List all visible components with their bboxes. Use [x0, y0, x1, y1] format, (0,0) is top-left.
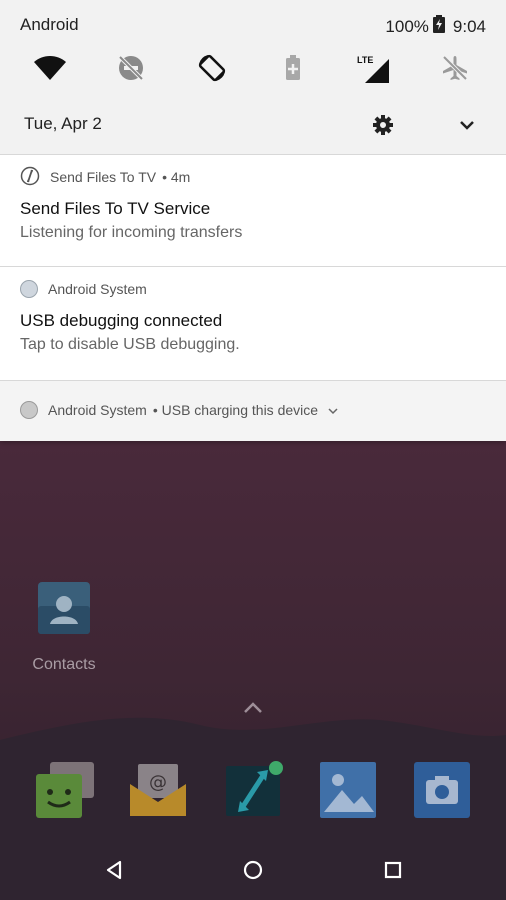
gallery-app-icon[interactable]	[318, 760, 378, 820]
status-indicators: 100% 9:04	[385, 15, 486, 38]
status-bar: Android 100% 9:04	[0, 0, 506, 48]
notification-app-name: Android System	[48, 281, 147, 297]
contacts-app-icon[interactable]	[34, 580, 94, 640]
auto-rotate-icon	[196, 52, 228, 89]
expand-quick-settings-button[interactable]	[454, 112, 480, 138]
notification-app-name: Android System	[48, 402, 147, 418]
battery-saver-tile[interactable]	[271, 48, 315, 92]
notification-header: Android System	[20, 279, 147, 299]
wifi-tile[interactable]	[28, 48, 72, 92]
carrier-label: Android	[20, 15, 79, 34]
gear-icon	[370, 112, 396, 143]
dnd-tile[interactable]	[109, 48, 153, 92]
notification-header: Android System • USB charging this devic…	[20, 400, 338, 420]
camera-app-icon[interactable]	[412, 760, 472, 820]
notification-title: Send Files To TV Service	[20, 199, 211, 218]
notification-usb-debugging[interactable]: Android System USB debugging connected T…	[0, 266, 506, 380]
wifi-icon	[34, 55, 66, 86]
notification-time: • 4m	[162, 169, 191, 185]
chevron-down-icon[interactable]	[328, 402, 338, 418]
android-system-icon	[20, 401, 38, 419]
cell-signal-icon: LTE	[357, 55, 391, 85]
settings-button[interactable]	[370, 112, 396, 138]
recents-button[interactable]	[375, 852, 411, 888]
battery-icon	[432, 15, 445, 38]
date-row: Tue, Apr 2	[0, 106, 506, 142]
notification-app-name: Send Files To TV	[50, 169, 157, 185]
battery-saver-icon	[285, 54, 301, 86]
clock: 9:04	[452, 16, 486, 36]
airplane-mode-off-icon	[441, 54, 469, 87]
chevron-down-icon	[454, 112, 480, 143]
notification-text: Tap to disable USB debugging.	[20, 336, 240, 353]
home-button[interactable]	[235, 852, 271, 888]
battery-percent: 100%	[385, 16, 429, 36]
send-files-app-icon[interactable]	[224, 760, 284, 820]
notification-send-files[interactable]: Send Files To TV • 4m Send Files To TV S…	[0, 154, 506, 267]
contacts-app-label: Contacts	[32, 656, 96, 673]
quick-settings-row: LTE	[0, 48, 506, 92]
app-drawer-chevron-icon[interactable]	[241, 698, 265, 718]
mobile-data-tile[interactable]: LTE	[352, 48, 396, 92]
notification-usb-charging[interactable]: Android System • USB charging this devic…	[0, 380, 506, 441]
do-not-disturb-off-icon	[117, 54, 145, 87]
notification-text: Listening for incoming transfers	[20, 224, 243, 241]
back-button[interactable]	[96, 852, 132, 888]
send-files-icon	[20, 166, 40, 189]
date-label: Tue, Apr 2	[24, 114, 102, 133]
notification-summary: • USB charging this device	[152, 402, 319, 418]
messaging-app-icon[interactable]	[34, 760, 94, 820]
android-system-icon	[20, 280, 38, 298]
notification-header: Send Files To TV • 4m	[20, 166, 191, 189]
auto-rotate-tile[interactable]	[190, 48, 234, 92]
notification-title: USB debugging connected	[20, 311, 223, 330]
email-app-icon[interactable]: @	[128, 760, 188, 820]
svg-text:@: @	[149, 772, 167, 793]
airplane-mode-tile[interactable]	[433, 48, 477, 92]
